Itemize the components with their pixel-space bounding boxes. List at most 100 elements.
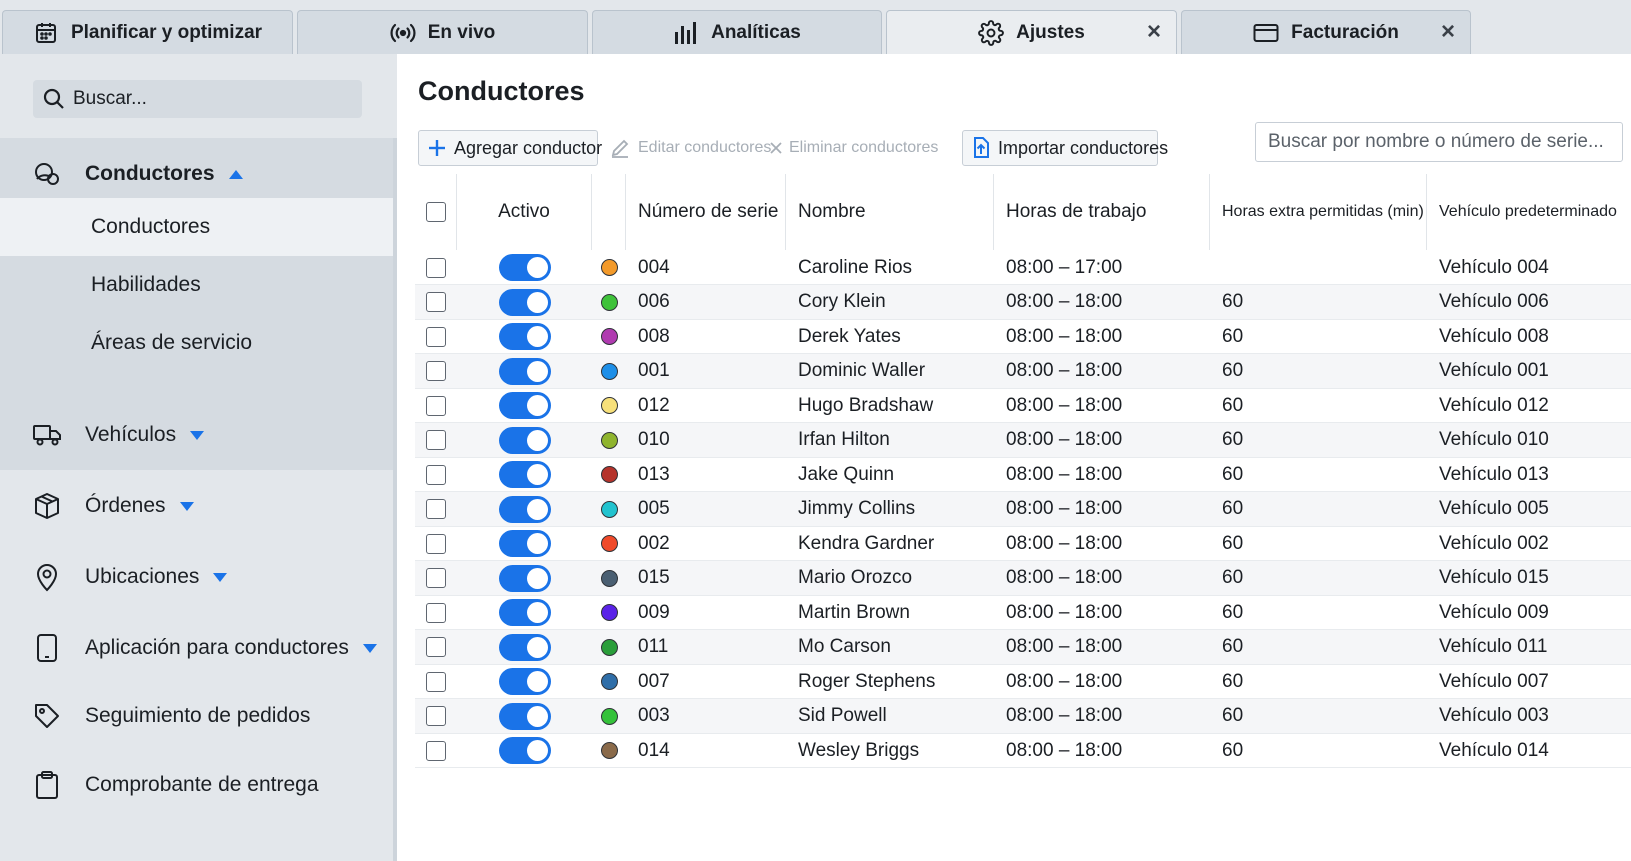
edit-drivers-button[interactable]: Editar conductores (609, 130, 771, 166)
tab-ajustes[interactable]: Ajustes × (886, 10, 1177, 54)
color-cell (592, 664, 626, 699)
column-header-hours[interactable]: Horas de trabajo (994, 174, 1210, 250)
row-checkbox[interactable] (426, 499, 446, 519)
add-driver-button[interactable]: Agregar conductor (418, 130, 602, 166)
credit-card-icon (1253, 20, 1279, 46)
map-pin-icon (32, 562, 62, 592)
row-checkbox[interactable] (426, 326, 446, 347)
driver-search-input[interactable] (1268, 131, 1618, 153)
vehicle-cell: Vehículo 006 (1439, 291, 1549, 312)
active-cell (457, 319, 592, 354)
serial-cell: 010 (638, 429, 670, 450)
table-row[interactable]: 006 Cory Klein 08:00 – 18:00 60 Vehículo 006 (415, 284, 1631, 320)
vehicle-cell: Vehículo 015 (1439, 567, 1549, 588)
column-header-vehicle[interactable]: Vehículo predeterminado (1427, 174, 1631, 250)
toggle-knob (526, 395, 548, 416)
row-checkbox[interactable] (426, 568, 446, 588)
active-toggle[interactable] (498, 357, 551, 385)
table-row[interactable]: 012 Hugo Bradshaw 08:00 – 18:00 60 Vehículo … (415, 388, 1631, 423)
toggle-knob (526, 602, 548, 623)
table-row[interactable]: 002 Kendra Gardner 08:00 – 18:00 60 Vehículo… (415, 526, 1631, 561)
active-toggle[interactable] (498, 323, 551, 350)
row-select-cell (415, 561, 457, 596)
overtime-cell: 60 (1222, 394, 1244, 416)
tab-en-vivo[interactable]: En vivo (297, 10, 588, 54)
table-row[interactable]: 011 Mo Carson 08:00 – 18:00 60 Vehículo 011 (415, 629, 1631, 665)
row-checkbox[interactable] (426, 637, 446, 657)
color-dot (600, 569, 618, 587)
vehicle-cell: Vehículo 001 (1439, 360, 1549, 381)
sidebar-subitem-areas[interactable]: Áreas de servicio (0, 314, 397, 372)
tab-bar: Planificar y optimizar En vivo Analítica… (0, 0, 1631, 54)
overtime-cell: 60 (1222, 705, 1244, 726)
color-cell (592, 699, 626, 734)
row-checkbox[interactable] (426, 706, 446, 726)
active-toggle[interactable] (498, 254, 551, 281)
row-checkbox[interactable] (426, 257, 446, 278)
table-row[interactable]: 003 Sid Powell 08:00 – 18:00 60 Vehículo 003 (415, 698, 1631, 734)
sidebar-search[interactable] (33, 80, 362, 118)
tab-planificar[interactable]: Planificar y optimizar (2, 10, 293, 54)
table-row[interactable]: 004 Caroline Rios 08:00 – 17:00 Vehículo 00… (415, 250, 1631, 285)
active-toggle[interactable] (498, 633, 551, 661)
active-toggle[interactable] (498, 599, 551, 626)
select-all-checkbox[interactable] (425, 202, 446, 222)
table-row[interactable]: 013 Jake Quinn 08:00 – 18:00 60 Vehículo 013 (415, 457, 1631, 492)
vehicle-cell: Vehículo 009 (1439, 601, 1549, 623)
row-checkbox[interactable] (426, 464, 446, 485)
sidebar-subitem-conductores[interactable]: Conductores (0, 198, 397, 256)
active-toggle[interactable] (498, 668, 551, 695)
overtime-cell: 60 (1222, 463, 1244, 485)
row-checkbox[interactable] (426, 671, 446, 692)
delete-drivers-button[interactable]: Eliminar conductores (768, 130, 938, 166)
sidebar-subitem-habilidades[interactable]: Habilidades (0, 256, 397, 314)
column-header-overtime[interactable]: Horas extra permitidas (min) (1210, 174, 1427, 250)
overtime-cell: 60 (1222, 601, 1244, 623)
table-row[interactable]: 007 Roger Stephens 08:00 – 18:00 60 Vehículo… (415, 664, 1631, 699)
delete-drivers-label: Eliminar conductores (789, 139, 939, 156)
column-header-active[interactable]: Activo (457, 174, 592, 250)
table-row[interactable]: 001 Dominic Waller 08:00 – 18:00 60 Vehículo… (415, 353, 1631, 389)
table-row[interactable]: 010 Irfan Hilton 08:00 – 18:00 60 Vehículo 0… (415, 422, 1631, 458)
tab-facturacion[interactable]: Facturación × (1181, 10, 1471, 54)
color-dot (600, 604, 618, 621)
hours-cell: 08:00 – 18:00 (1006, 705, 1123, 726)
active-toggle[interactable] (498, 461, 551, 488)
driver-search[interactable] (1255, 122, 1623, 162)
close-icon[interactable]: × (1438, 20, 1458, 44)
vehicle-cell: Vehículo 014 (1439, 739, 1549, 761)
import-drivers-button[interactable]: Importar conductores (962, 130, 1168, 166)
toggle-knob (526, 429, 548, 451)
table-row[interactable]: 009 Martin Brown 08:00 – 18:00 60 Vehículo 0… (415, 595, 1631, 630)
sidebar-search-input[interactable] (73, 88, 333, 110)
table-row[interactable]: 015 Mario Orozco 08:00 – 18:00 60 Vehículo 0… (415, 560, 1631, 596)
column-header-name[interactable]: Nombre (786, 174, 994, 250)
tab-analiticas[interactable]: Analíticas (592, 10, 882, 54)
row-checkbox[interactable] (426, 602, 446, 623)
color-dot (600, 535, 618, 552)
active-toggle[interactable] (498, 288, 551, 316)
row-checkbox[interactable] (426, 292, 446, 312)
column-header-serial[interactable]: Número de serie (626, 174, 786, 250)
active-toggle[interactable] (498, 392, 551, 419)
table-row[interactable]: 005 Jimmy Collins 08:00 – 18:00 60 Vehículo … (415, 491, 1631, 527)
active-toggle[interactable] (498, 737, 551, 764)
color-cell (592, 388, 626, 423)
row-checkbox[interactable] (426, 533, 446, 554)
table-row[interactable]: 008 Derek Yates 08:00 – 18:00 60 Vehículo 00… (415, 319, 1631, 354)
row-checkbox[interactable] (426, 740, 446, 761)
vehicle-cell: Vehículo 003 (1439, 705, 1549, 726)
row-checkbox[interactable] (426, 430, 446, 450)
active-toggle[interactable] (498, 426, 551, 454)
active-toggle[interactable] (498, 702, 551, 730)
active-toggle[interactable] (498, 530, 551, 557)
row-checkbox[interactable] (426, 395, 446, 416)
active-toggle[interactable] (498, 495, 551, 523)
serial-cell: 002 (638, 532, 670, 554)
row-checkbox[interactable] (426, 361, 446, 381)
table-row[interactable]: 014 Wesley Briggs 08:00 – 18:00 60 Vehículo … (415, 733, 1631, 768)
serial-cell: 003 (638, 705, 670, 726)
close-icon[interactable]: × (1144, 20, 1164, 44)
color-dot (600, 673, 618, 690)
active-toggle[interactable] (498, 564, 551, 592)
